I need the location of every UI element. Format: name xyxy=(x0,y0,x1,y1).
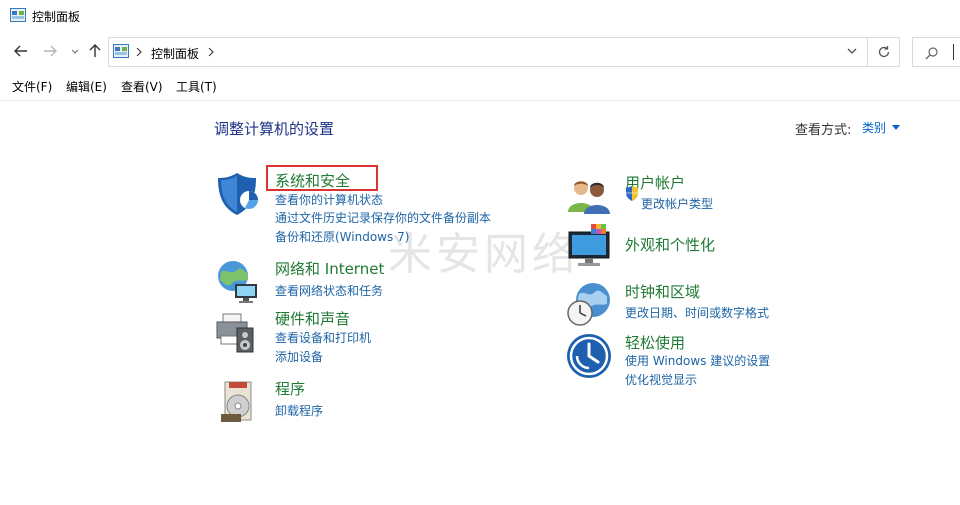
title-bar: 控制面板 xyxy=(0,0,960,32)
menu-edit[interactable]: 编辑(E) xyxy=(66,78,107,95)
category-title-clock-region[interactable]: 时钟和区域 xyxy=(625,281,700,302)
monitor-palette-icon xyxy=(568,224,610,266)
view-by-label: 查看方式: xyxy=(795,123,852,138)
ease-of-access-icon xyxy=(567,334,611,378)
users-icon xyxy=(568,181,610,214)
up-arrow-icon[interactable] xyxy=(86,42,104,60)
link-devices-printers[interactable]: 查看设备和打印机 xyxy=(275,329,371,346)
watermark: 米安网络 xyxy=(388,229,580,280)
window-title: 控制面板 xyxy=(32,10,81,24)
link-file-history-backup[interactable]: 通过文件历史记录保存你的文件备份副本 xyxy=(275,209,491,226)
refresh-icon xyxy=(878,46,890,58)
clock-globe-icon xyxy=(567,283,610,326)
text-caret xyxy=(953,44,954,60)
view-by-dropdown[interactable]: 类别 xyxy=(862,119,886,136)
category-title-hardware-sound[interactable]: 硬件和声音 xyxy=(275,308,350,329)
page-heading: 调整计算机的设置 xyxy=(214,120,335,138)
menu-file[interactable]: 文件(F) xyxy=(12,78,52,95)
link-add-device[interactable]: 添加设备 xyxy=(275,348,323,365)
highlight-box xyxy=(266,165,378,191)
chevron-right-icon[interactable] xyxy=(207,47,215,57)
programs-disk-icon xyxy=(221,381,252,422)
link-uninstall-program[interactable]: 卸载程序 xyxy=(275,402,323,419)
uac-shield-icon xyxy=(626,186,638,201)
breadcrumb-control-panel[interactable]: 控制面板 xyxy=(151,45,199,62)
link-optimize-visual-display[interactable]: 优化视觉显示 xyxy=(625,371,697,388)
globe-network-icon xyxy=(218,261,257,303)
chevron-right-icon[interactable] xyxy=(135,47,143,57)
menu-bar: 文件(F) 编辑(E) 查看(V) 工具(T) xyxy=(0,76,960,96)
link-network-status[interactable]: 查看网络状态和任务 xyxy=(275,282,383,299)
category-title-ease-of-access[interactable]: 轻松使用 xyxy=(625,332,685,353)
link-view-computer-status[interactable]: 查看你的计算机状态 xyxy=(275,191,383,208)
address-bar[interactable]: 控制面板 xyxy=(108,37,868,67)
control-panel-icon xyxy=(113,44,129,58)
menu-tools[interactable]: 工具(T) xyxy=(176,78,217,95)
shield-icon xyxy=(218,173,258,215)
link-change-account-type[interactable]: 更改帐户类型 xyxy=(641,195,713,212)
category-title-programs[interactable]: 程序 xyxy=(275,378,305,399)
recent-chevron-down-icon[interactable] xyxy=(66,42,84,60)
printer-speaker-icon xyxy=(216,313,254,353)
view-by-caret-icon[interactable] xyxy=(892,125,900,130)
search-icon xyxy=(925,47,938,60)
search-input[interactable] xyxy=(912,37,960,67)
link-windows-recommended-settings[interactable]: 使用 Windows 建议的设置 xyxy=(625,352,770,369)
menu-view[interactable]: 查看(V) xyxy=(121,78,163,95)
link-backup-restore[interactable]: 备份和还原(Windows 7) xyxy=(275,228,409,245)
control-panel-icon xyxy=(10,8,26,22)
refresh-button[interactable] xyxy=(868,37,900,67)
chevron-down-icon[interactable] xyxy=(845,44,859,58)
category-title-network-internet[interactable]: 网络和 Internet xyxy=(275,258,384,279)
back-arrow-icon[interactable] xyxy=(12,42,30,60)
forward-arrow-icon[interactable] xyxy=(41,42,59,60)
category-title-appearance[interactable]: 外观和个性化 xyxy=(625,234,715,255)
link-change-date-time-format[interactable]: 更改日期、时间或数字格式 xyxy=(625,304,769,321)
menu-divider xyxy=(0,100,960,101)
